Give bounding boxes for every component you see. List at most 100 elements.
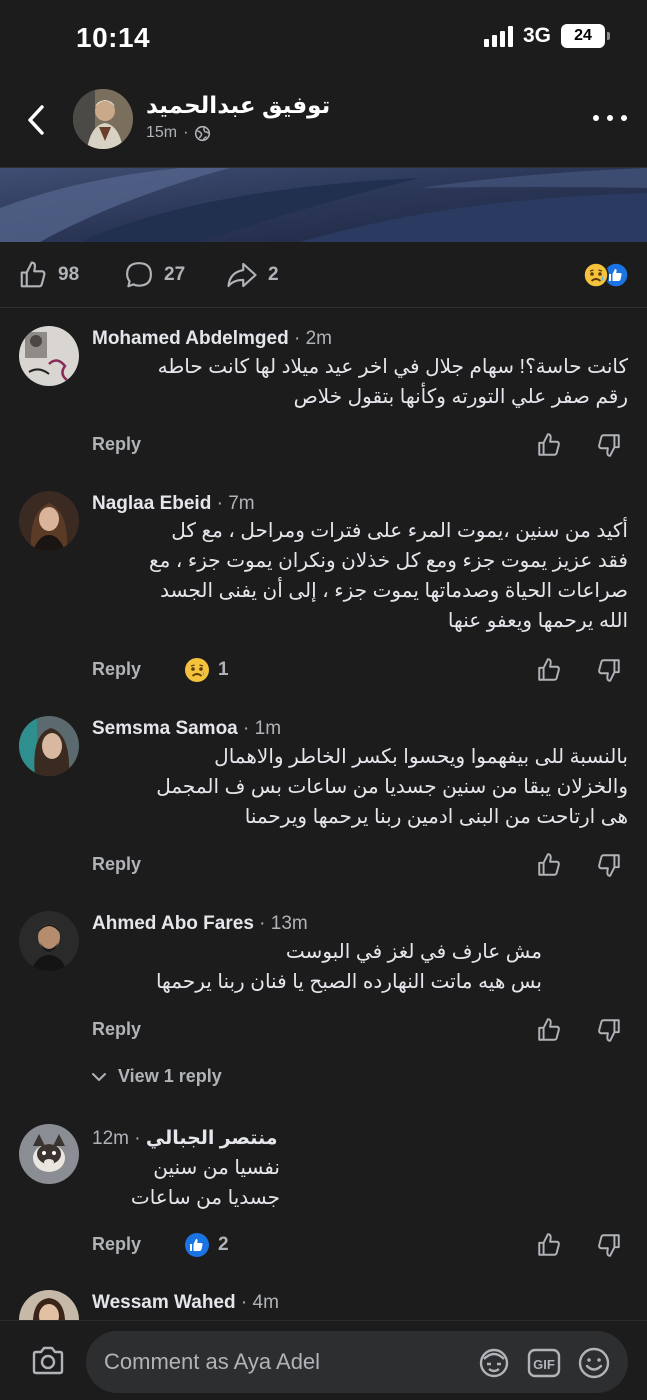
like-action[interactable]: 98 — [18, 260, 79, 290]
downvote-icon[interactable] — [596, 1017, 622, 1043]
comment-time: 7m — [228, 493, 255, 514]
upvote-icon[interactable] — [536, 852, 562, 878]
commenter-name[interactable]: Naglaa Ebeid — [92, 493, 211, 514]
gif-button[interactable]: GIF — [526, 1345, 562, 1381]
author-name[interactable]: توفيق عبدالحميد — [146, 92, 330, 119]
chevron-down-icon — [92, 1072, 106, 1081]
comment-actions: Reply — [92, 430, 628, 462]
reply-button[interactable]: Reply — [92, 1019, 141, 1040]
thumbs-up-icon — [20, 261, 46, 288]
commenter-avatar[interactable] — [19, 1124, 79, 1184]
sad-reaction-icon — [583, 262, 609, 288]
commenter-avatar[interactable] — [19, 491, 79, 551]
commenter-avatar[interactable] — [19, 1290, 79, 1320]
commenter-avatar[interactable] — [19, 716, 79, 776]
share-count: 2 — [268, 264, 279, 285]
commenter-name[interactable]: Mohamed Abdelmged — [92, 328, 289, 349]
comment-header: Wessam Wahed · 4m — [92, 1292, 279, 1313]
comment-line: فقد عزيز يموت جزء ومع كل خذلان ونكران يم… — [148, 550, 628, 572]
comment-time: 4m — [252, 1292, 279, 1313]
post-time: 15m — [146, 124, 178, 141]
comment-count: 27 — [164, 264, 186, 285]
reply-button[interactable]: Reply — [92, 434, 141, 455]
status-bar: 10:14 3G 24 — [0, 0, 647, 78]
comment-time: 2m — [305, 328, 332, 349]
comment-line: كانت حاسة؟! سهام جلال في اخر عيد ميلاد ل… — [157, 356, 628, 378]
commenter-name[interactable]: Semsma Samoa — [92, 718, 238, 739]
comment-reactions[interactable]: 2 — [184, 1232, 229, 1258]
comment-line: الله يرحمها ويعفو عنها — [447, 610, 628, 632]
comment-input-placeholder: Comment as Aya Adel — [104, 1349, 321, 1374]
avatar-sticker-icon — [479, 1348, 509, 1378]
share-icon — [227, 262, 257, 288]
post-actions: 98 27 2 — [0, 242, 647, 308]
commenter-name[interactable]: Ahmed Abo Fares — [92, 913, 254, 934]
share-action[interactable]: 2 — [226, 260, 279, 290]
signal-icon — [483, 25, 513, 47]
commenter-avatar[interactable] — [19, 911, 79, 971]
comment-line: رقم صفر علي التورته وكأنها بتقول خلاص — [293, 386, 628, 408]
reply-button[interactable]: Reply — [92, 1234, 141, 1255]
comment-line: بالنسبة للى بيفهموا ويحسوا بكسر الخاطر و… — [214, 746, 628, 768]
gif-icon: GIF — [527, 1348, 561, 1378]
comment-line: بس هيه ماتت النهارده الصبح يا فنان ربنا … — [155, 971, 542, 993]
comment-line: أكيد من سنين ،يموت المرء على فترات ومراح… — [171, 520, 628, 542]
comment-header: Mohamed Abdelmged · 2m — [92, 328, 332, 349]
comment-actions: Reply — [92, 850, 628, 882]
downvote-icon[interactable] — [596, 1232, 622, 1258]
reaction-count: 1 — [218, 659, 229, 680]
camera-button[interactable] — [28, 1341, 68, 1381]
downvote-icon[interactable] — [596, 657, 622, 683]
comment-header: Naglaa Ebeid · 7m — [92, 493, 255, 514]
comment-header: Semsma Samoa · 1m — [92, 718, 282, 739]
reaction-count: 2 — [218, 1234, 229, 1255]
camera-icon — [32, 1346, 64, 1375]
battery-icon: 24 — [561, 24, 610, 48]
comment-input[interactable]: Comment as Aya Adel GIF — [86, 1331, 628, 1393]
like-reaction-icon — [185, 1233, 209, 1257]
comment-actions: Reply — [92, 1015, 628, 1047]
comment-time: 1m — [254, 718, 282, 739]
chevron-left-icon — [28, 105, 44, 135]
reply-button[interactable]: Reply — [92, 659, 141, 680]
post-image[interactable] — [0, 168, 647, 242]
upvote-icon[interactable] — [536, 1232, 562, 1258]
downvote-icon[interactable] — [596, 432, 622, 458]
comment-action[interactable]: 27 — [124, 260, 185, 290]
commenter-name[interactable]: Wessam Wahed — [92, 1292, 236, 1313]
comment-text: بالنسبة للى بيفهموا ويحسوا بكسر الخاطر و… — [92, 742, 628, 832]
emoji-button[interactable] — [576, 1345, 612, 1381]
comment-line: جسديا من ساعات — [130, 1187, 280, 1209]
upvote-icon[interactable] — [536, 1017, 562, 1043]
comment-time: 13m — [270, 913, 308, 934]
comment-header: 12m · منتصر الجبالي — [92, 1128, 278, 1149]
battery-level: 24 — [574, 27, 592, 44]
reply-button[interactable]: Reply — [92, 854, 141, 875]
more-options-button[interactable] — [593, 106, 627, 130]
comment-text: أكيد من سنين ،يموت المرء على فترات ومراح… — [92, 516, 628, 636]
like-count: 98 — [58, 264, 80, 285]
comment-line: صراعات الحياة وصدماتها يموت جزء ، إلى أن… — [160, 580, 628, 602]
author-avatar[interactable] — [73, 89, 133, 149]
post-meta: 15m · — [146, 124, 211, 142]
reaction-summary[interactable] — [583, 262, 629, 288]
avatar-sticker-button[interactable] — [476, 1345, 512, 1381]
commenter-name[interactable]: منتصر الجبالي — [146, 1128, 278, 1149]
back-button[interactable] — [20, 100, 52, 140]
comment-time: 12m — [92, 1128, 129, 1149]
comment-actions: Reply 2 — [92, 1230, 628, 1262]
emoji-icon — [578, 1347, 610, 1379]
comment-text: نفسيا من سنين جسديا من ساعات — [92, 1153, 280, 1213]
downvote-icon[interactable] — [596, 852, 622, 878]
post-header: توفيق عبدالحميد 15m · — [0, 78, 647, 168]
view-replies-label: View 1 reply — [118, 1066, 222, 1086]
globe-icon — [195, 125, 211, 141]
upvote-icon[interactable] — [536, 432, 562, 458]
comment-reactions[interactable]: 1 — [184, 657, 229, 683]
upvote-icon[interactable] — [536, 657, 562, 683]
comment-actions: Reply 1 — [92, 655, 628, 687]
commenter-avatar[interactable] — [19, 326, 79, 386]
view-replies-button[interactable]: View 1 reply — [92, 1066, 222, 1087]
comment-line: والخزلان يبقا من سنين جسديا من ساعات بس … — [156, 776, 628, 798]
comment-text: مش عارف في لغز في البوست بس هيه ماتت الن… — [92, 937, 542, 997]
